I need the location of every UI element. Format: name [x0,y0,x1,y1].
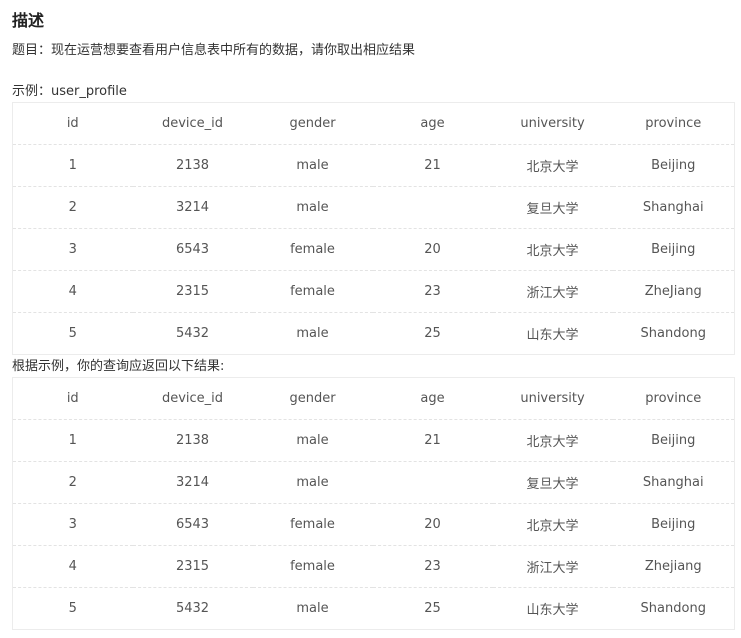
table-header-row: id device_id gender age university provi… [12,377,735,420]
column-header: university [492,377,613,420]
table-cell: male [252,186,373,229]
table-cell: 3214 [132,186,253,229]
table-cell: 5432 [175,601,210,616]
column-header: device_id [132,102,253,145]
table-cell: 浙江大学 [492,545,613,588]
table-cell: 复旦大学 [492,186,613,229]
table-row: 3 6543 female 20 北京大学 Beijing [12,503,735,546]
table-cell: Beijing [612,228,735,271]
table-cell: 5 [68,601,77,616]
table-cell: 北京大学 [492,503,613,546]
table-row: 5 5432 male 25 山东大学 Shandong [13,588,735,630]
table-row: 1 2138 male 21 北京大学 Beijing [12,144,735,187]
problem-statement: 题目：现在运营想要查看用户信息表中所有的数据，请你取出相应结果 [12,43,416,58]
table-row: 2 3214 male 复旦大学 Shanghai [12,186,735,229]
table-cell: male [296,326,329,341]
table-cell: 21 [372,144,493,187]
column-header: province [612,377,735,420]
column-header: university [492,102,613,145]
table-cell: 2 [12,461,133,504]
column-header: id [12,102,133,145]
example-label: 示例：user_profile [12,84,127,99]
section-heading: 描述 [12,11,45,30]
table-cell: 2315 [132,270,253,313]
table-cell: Shanghai [612,186,735,229]
table-cell: 4 [12,545,133,588]
table-row: 4 2315 female 23 浙江大学 ZheJiang [12,270,735,313]
table-cell: male [252,419,373,462]
table-cell: 山东大学 [526,603,579,618]
table-cell: 6543 [132,228,253,271]
table-cell: Shandong [640,326,706,341]
table-cell: 复旦大学 [492,461,613,504]
table-cell: 北京大学 [492,419,613,462]
column-header: province [612,102,735,145]
table-cell: 4 [12,270,133,313]
table-cell [372,461,493,504]
table-cell: 3 [12,228,133,271]
table-cell: male [252,144,373,187]
table-cell: 20 [372,228,493,271]
table-cell: 25 [424,601,441,616]
table-cell: Shanghai [612,461,735,504]
table-cell: Beijing [612,419,735,462]
table-cell: 2315 [132,545,253,588]
table-cell: 3214 [132,461,253,504]
result-label: 根据示例，你的查询应返回以下结果: [12,359,225,374]
table-cell: 5432 [175,326,210,341]
problem-description: 描述 题目：现在运营想要查看用户信息表中所有的数据，请你取出相应结果 示例：us… [0,0,741,630]
table-row: 3 6543 female 20 北京大学 Beijing [12,228,735,271]
table-cell: 23 [372,545,493,588]
table-row: 2 3214 male 复旦大学 Shanghai [12,461,735,504]
table-cell: Beijing [612,503,735,546]
table-cell: Shandong [640,601,706,616]
table-cell [372,186,493,229]
table-cell: 20 [372,503,493,546]
table-cell: female [252,270,373,313]
example-table: id device_id gender age university provi… [12,102,735,355]
table-cell: 山东大学 [526,328,579,343]
table-cell: 北京大学 [492,228,613,271]
table-cell: 23 [372,270,493,313]
table-cell: Zhejiang [612,545,735,588]
column-header: id [12,377,133,420]
table-cell: 1 [12,144,133,187]
table-row: 4 2315 female 23 浙江大学 Zhejiang [12,545,735,588]
table-cell: ZheJiang [612,270,735,313]
table-cell: 3 [12,503,133,546]
table-cell: 6543 [132,503,253,546]
table-cell: 2138 [132,144,253,187]
table-cell: female [252,503,373,546]
table-cell: 1 [12,419,133,462]
table-row: 5 5432 male 25 山东大学 Shandong [13,313,735,355]
table-cell: 21 [372,419,493,462]
column-header: age [372,377,493,420]
table-cell: female [252,545,373,588]
table-cell: 北京大学 [492,144,613,187]
table-cell: male [296,601,329,616]
table-cell: 浙江大学 [492,270,613,313]
table-cell: male [252,461,373,504]
table-cell: female [252,228,373,271]
table-header-row: id device_id gender age university provi… [12,102,735,145]
column-header: gender [252,377,373,420]
table-cell: 2138 [132,419,253,462]
table-cell: 5 [68,326,77,341]
column-header: gender [252,102,373,145]
table-cell: 25 [424,326,441,341]
table-cell: Beijing [612,144,735,187]
column-header: device_id [132,377,253,420]
table-row: 1 2138 male 21 北京大学 Beijing [12,419,735,462]
column-header: age [372,102,493,145]
result-table: id device_id gender age university provi… [12,377,735,630]
table-cell: 2 [12,186,133,229]
